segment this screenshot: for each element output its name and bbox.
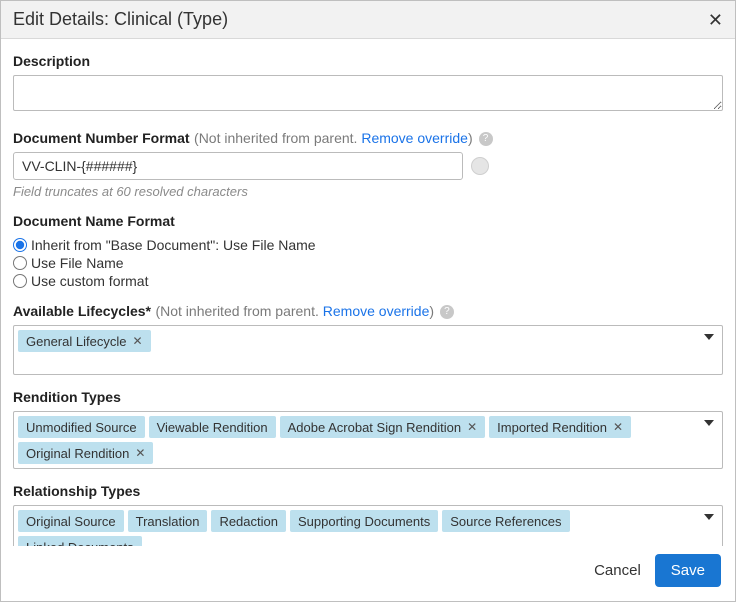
lifecycles-tagbox[interactable]: General Lifecycle ✕ [13,325,723,375]
radio-custom-format[interactable]: Use custom format [13,273,723,289]
lifecycles-inherit: (Not inherited from parent. Remove overr… [155,303,437,319]
inherit-note-text: (Not inherited from parent. [194,130,361,146]
format-helper-icon[interactable] [471,157,489,175]
remove-tag-icon[interactable]: ✕ [132,334,142,348]
rendition-tag[interactable]: Imported Rendition ✕ [489,416,631,438]
doc-number-format-header: Document Number Format (Not inherited fr… [13,130,723,148]
radio-inherit-input[interactable] [13,238,27,252]
relationship-types-tagbox[interactable]: Original Source Translation Redaction Suppo… [13,505,723,546]
doc-number-format-row [13,152,723,180]
rendition-tag[interactable]: Original Rendition ✕ [18,442,153,464]
lifecycles-remove-override-link[interactable]: Remove override [323,303,430,319]
rendition-tag-label: Adobe Acrobat Sign Rendition [288,420,461,435]
lifecycle-tag-label: General Lifecycle [26,334,126,349]
description-label: Description [13,53,90,69]
dialog-body: Description Document Number Format (Not … [1,39,735,546]
doc-number-format-label: Document Number Format [13,130,190,146]
relationship-tag-label: Source References [450,514,561,529]
remove-override-link[interactable]: Remove override [361,130,468,146]
relationship-types-group: Relationship Types Original Source Transl… [13,483,723,546]
lifecycles-tags: General Lifecycle ✕ [18,330,151,370]
radio-inherit-label: Inherit from "Base Document": Use File N… [31,237,316,253]
chevron-down-icon[interactable] [704,514,714,520]
dialog-title: Edit Details: Clinical (Type) [13,9,228,30]
rendition-tag[interactable]: Viewable Rendition [149,416,276,438]
dialog-footer: Cancel Save [1,546,735,601]
radio-inherit[interactable]: Inherit from "Base Document": Use File N… [13,237,723,253]
rendition-tag[interactable]: Adobe Acrobat Sign Rendition ✕ [280,416,486,438]
lifecycles-close-paren: ) [429,303,434,319]
remove-tag-icon[interactable]: ✕ [135,446,145,460]
relationship-tag-label: Linked Documents [26,540,134,547]
doc-name-format-group: Document Name Format Inherit from "Base … [13,213,723,289]
relationship-tag[interactable]: Source References [442,510,569,532]
chevron-down-icon[interactable] [704,420,714,426]
rendition-tag-label: Original Rendition [26,446,129,461]
lifecycles-group: Available Lifecycles* (Not inherited fro… [13,303,723,375]
rendition-types-label: Rendition Types [13,389,121,405]
save-button[interactable]: Save [655,554,721,587]
cancel-button[interactable]: Cancel [594,562,641,579]
relationship-types-label: Relationship Types [13,483,140,499]
rendition-types-group: Rendition Types Unmodified Source Viewabl… [13,389,723,469]
doc-number-format-inherit: (Not inherited from parent. Remove overr… [194,130,476,146]
rendition-types-tagbox[interactable]: Unmodified Source Viewable Rendition Adobe… [13,411,723,469]
rendition-types-tags: Unmodified Source Viewable Rendition Adobe… [18,416,718,464]
relationship-tag[interactable]: Linked Documents [18,536,142,546]
close-paren: ) [468,130,473,146]
doc-number-format-input[interactable] [13,152,463,180]
close-icon[interactable]: ✕ [708,11,723,29]
radio-custom-format-label: Use custom format [31,273,148,289]
truncate-note: Field truncates at 60 resolved character… [13,184,723,199]
relationship-tag-label: Original Source [26,514,116,529]
doc-name-format-options: Inherit from "Base Document": Use File N… [13,237,723,289]
radio-custom-format-input[interactable] [13,274,27,288]
rendition-tag-label: Viewable Rendition [157,420,268,435]
radio-use-file-name-label: Use File Name [31,255,124,271]
remove-tag-icon[interactable]: ✕ [467,420,477,434]
lifecycle-tag[interactable]: General Lifecycle ✕ [18,330,151,352]
lifecycles-header: Available Lifecycles* (Not inherited fro… [13,303,723,321]
relationship-tag-label: Translation [136,514,200,529]
doc-number-format-group: Document Number Format (Not inherited fr… [13,130,723,199]
radio-use-file-name[interactable]: Use File Name [13,255,723,271]
relationship-types-tags: Original Source Translation Redaction Suppo… [18,510,718,546]
relationship-tag[interactable]: Supporting Documents [290,510,438,532]
relationship-tag[interactable]: Redaction [211,510,286,532]
relationship-tag[interactable]: Translation [128,510,208,532]
relationship-tag[interactable]: Original Source [18,510,124,532]
rendition-tag[interactable]: Unmodified Source [18,416,145,438]
dialog-header: Edit Details: Clinical (Type) ✕ [1,1,735,39]
rendition-tag-label: Imported Rendition [497,420,607,435]
radio-use-file-name-input[interactable] [13,256,27,270]
edit-details-dialog: Edit Details: Clinical (Type) ✕ Descript… [0,0,736,602]
doc-name-format-label: Document Name Format [13,213,175,229]
help-icon[interactable]: ? [479,132,493,146]
relationship-tag-label: Redaction [219,514,278,529]
lifecycles-label: Available Lifecycles* [13,303,151,319]
lifecycles-inherit-note: (Not inherited from parent. [155,303,322,319]
description-group: Description [13,53,723,116]
remove-tag-icon[interactable]: ✕ [613,420,623,434]
relationship-tag-label: Supporting Documents [298,514,430,529]
description-input[interactable] [13,75,723,111]
help-icon[interactable]: ? [440,305,454,319]
rendition-tag-label: Unmodified Source [26,420,137,435]
chevron-down-icon[interactable] [704,334,714,340]
